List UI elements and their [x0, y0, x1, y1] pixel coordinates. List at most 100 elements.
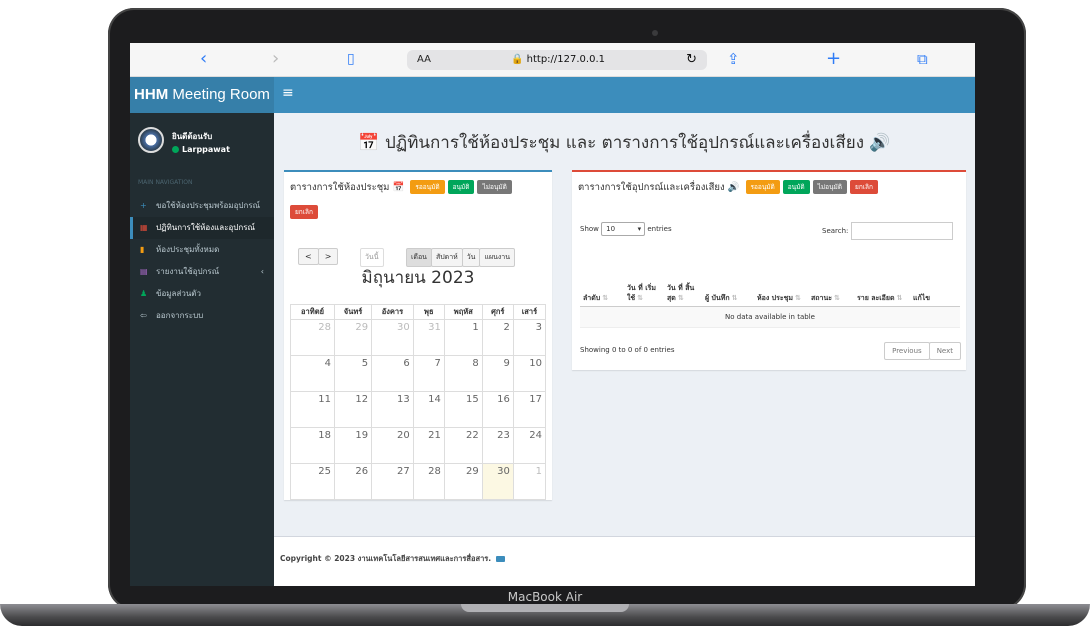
week-row: 11 12 13 14 15 16 17: [289, 391, 547, 428]
day-cell[interactable]: 18: [289, 427, 336, 464]
day-cell[interactable]: 7: [412, 355, 445, 392]
weekday: พุธ: [412, 304, 445, 320]
sidebar-item-all-rooms[interactable]: ▮ ห้องประชุมทั้งหมด: [130, 239, 274, 261]
book-icon: ▮: [140, 245, 145, 254]
day-cell[interactable]: 25: [289, 463, 336, 500]
sidebar-item-request-room[interactable]: + ขอใช้ห้องประชุมพร้อมอุปกรณ์: [130, 195, 274, 217]
prev-month-button[interactable]: <: [298, 248, 319, 265]
share-icon[interactable]: ⇪: [727, 47, 740, 71]
badge-row-2: ยกเลิก: [290, 200, 318, 219]
col-header[interactable]: แก้ไข: [910, 246, 960, 307]
day-cell[interactable]: 15: [443, 391, 483, 428]
nav-header: MAIN NAVIGATION: [138, 179, 193, 186]
day-cell[interactable]: 2: [481, 319, 514, 356]
sidebar-item-logout[interactable]: ⇦ ออกจากระบบ: [130, 305, 274, 327]
next-month-button[interactable]: >: [317, 248, 339, 265]
weekday: พฤหัส: [443, 304, 483, 320]
week-row: 25 26 27 28 29 30 1: [289, 463, 547, 500]
user-status: Larppawat: [172, 145, 230, 154]
day-cell[interactable]: 20: [371, 427, 414, 464]
menu-toggle-icon[interactable]: ≡: [282, 85, 294, 101]
box-title: ตารางการใช้อุปกรณ์และเครื่องเสียง 🔊 รออน…: [578, 180, 878, 195]
day-cell[interactable]: 22: [443, 427, 483, 464]
day-cell[interactable]: 1: [443, 319, 483, 356]
col-header[interactable]: วัน ที่ เริ่ม ใช้ ⇅: [624, 246, 664, 307]
new-tab-icon[interactable]: +: [826, 47, 841, 71]
empty-message: No data available in table: [580, 306, 960, 328]
day-cell[interactable]: 29: [443, 463, 483, 500]
day-cell[interactable]: 14: [412, 391, 445, 428]
day-cell[interactable]: 17: [512, 391, 547, 428]
sidebar-item-report[interactable]: ▤ รายงานใช้อุปกรณ์ ‹: [130, 261, 274, 283]
forward-icon[interactable]: ›: [272, 47, 279, 71]
badge-pending: รออนุมัติ: [745, 180, 780, 194]
monitor-icon: [495, 556, 505, 562]
day-cell[interactable]: 27: [371, 463, 414, 500]
col-header[interactable]: สถานะ ⇅: [808, 246, 854, 307]
calendar-grid: อาทิตย์ จันทร์ อังคาร พุธ พฤหัส ศุกร์ เส…: [289, 304, 547, 500]
day-cell[interactable]: 10: [512, 355, 547, 392]
day-cell[interactable]: 9: [481, 355, 514, 392]
book-icon[interactable]: ▯: [347, 47, 355, 71]
chevron-left-icon: ‹: [260, 267, 264, 276]
today-cell[interactable]: 30: [481, 463, 514, 500]
search-input[interactable]: [851, 222, 954, 240]
day-cell[interactable]: 31: [412, 319, 445, 356]
avatar: [138, 127, 164, 153]
day-cell[interactable]: 12: [334, 391, 373, 428]
day-cell[interactable]: 4: [289, 355, 336, 392]
day-cell[interactable]: 26: [334, 463, 373, 500]
day-cell[interactable]: 11: [289, 391, 336, 428]
user-greeting: ยินดีต้อนรับ: [172, 132, 213, 141]
table-search: Search:: [822, 222, 954, 240]
col-header[interactable]: ราย ละเอียด ⇅: [854, 246, 910, 307]
day-cell[interactable]: 16: [481, 391, 514, 428]
day-cell[interactable]: 8: [443, 355, 483, 392]
chevron-down-icon: ▾: [637, 225, 642, 233]
day-cell[interactable]: 13: [371, 391, 414, 428]
day-cell[interactable]: 23: [481, 427, 514, 464]
day-cell[interactable]: 28: [412, 463, 445, 500]
online-dot-icon: [172, 146, 179, 153]
day-cell[interactable]: 28: [289, 319, 336, 356]
tabs-icon[interactable]: ⧉: [917, 47, 928, 71]
address-bar[interactable]: AA 🔒 http://127.0.0.1 ↻: [407, 50, 707, 70]
equipment-table-box: ตารางการใช้อุปกรณ์และเครื่องเสียง 🔊 รออน…: [572, 170, 966, 370]
badge-approved: อนุมัติ: [447, 180, 475, 194]
equipment-table: ลำดับ ⇅ วัน ที่ เริ่ม ใช้ ⇅ วัน ที่ สิ้น ส…: [580, 246, 960, 328]
top-navbar: ≡: [274, 77, 975, 113]
week-row: 4 5 6 7 8 9 10: [289, 355, 547, 392]
sidebar-item-calendar[interactable]: ▦ ปฏิทินการใช้ห้องและอุปกรณ์: [130, 217, 274, 239]
day-cell[interactable]: 5: [334, 355, 373, 392]
day-cell[interactable]: 24: [512, 427, 547, 464]
sidebar-item-profile[interactable]: ♟ ข้อมูลส่วนตัว: [130, 283, 274, 305]
day-cell[interactable]: 21: [412, 427, 445, 464]
day-cell[interactable]: 6: [371, 355, 414, 392]
col-header[interactable]: วัน ที่ สิ้น สุด ⇅: [664, 246, 702, 307]
sidebar: ยินดีต้อนรับ Larppawat MAIN NAVIGATION +…: [130, 113, 274, 586]
calendar-icon: 📅: [392, 182, 405, 193]
day-cell[interactable]: 3: [512, 319, 547, 356]
col-header[interactable]: ผู้ บันทึก ⇅: [702, 246, 754, 307]
sidebar-menu: + ขอใช้ห้องประชุมพร้อมอุปกรณ์ ▦ ปฏิทินการใ…: [130, 195, 274, 327]
brand-logo[interactable]: HHM Meeting Room: [130, 77, 274, 113]
user-icon: ♟: [140, 289, 148, 298]
entries-select[interactable]: 10 ▾: [601, 222, 646, 236]
reader-aa[interactable]: AA: [417, 50, 431, 70]
laptop-notch: [461, 604, 629, 612]
day-cell[interactable]: 30: [371, 319, 414, 356]
day-cell[interactable]: 29: [334, 319, 373, 356]
room-calendar-box: ตารางการใช้ห้องประชุม 📅 รออนุมัติ อนุมัติ…: [284, 170, 552, 500]
col-header[interactable]: ห้อง ประชุม ⇅: [754, 246, 808, 307]
weekday: เสาร์: [512, 304, 547, 320]
next-button[interactable]: Next: [928, 342, 961, 360]
day-cell[interactable]: 1: [512, 463, 547, 500]
back-icon[interactable]: ‹: [200, 47, 207, 71]
browser-toolbar: ‹ › ▯ AA 🔒 http://127.0.0.1 ↻ ⇪ + ⧉: [130, 43, 975, 77]
badge-cancelled: ยกเลิก: [290, 205, 318, 219]
previous-button[interactable]: Previous: [884, 342, 930, 360]
day-cell[interactable]: 19: [334, 427, 373, 464]
reload-icon[interactable]: ↻: [686, 50, 697, 70]
col-header[interactable]: ลำดับ ⇅: [580, 246, 624, 307]
badge-rejected: ไม่อนุมัติ: [812, 180, 848, 194]
